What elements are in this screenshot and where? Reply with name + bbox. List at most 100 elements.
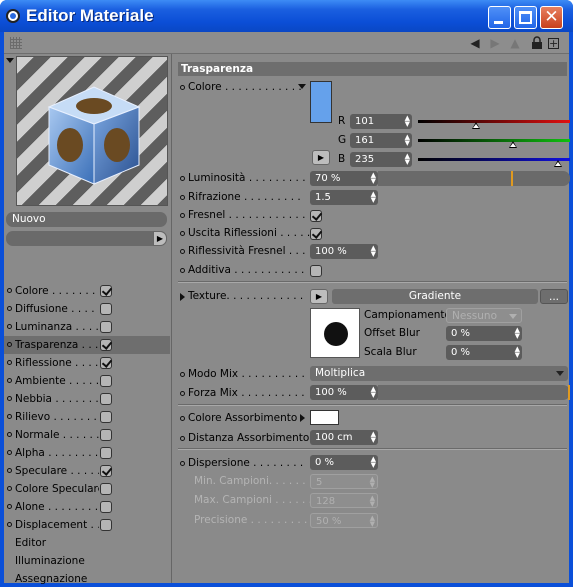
channel-item[interactable]: Ambiente . . . . . . . [4,372,170,390]
additiva-checkbox[interactable] [310,265,322,277]
up-arrow-icon[interactable]: ▲ [508,36,522,50]
material-preview[interactable] [16,56,168,206]
channel-item[interactable]: Alone . . . . . . . . . [4,498,170,516]
animate-dot-icon[interactable] [180,268,185,273]
close-button[interactable]: ✕ [540,6,563,29]
campionamento-select[interactable]: Nessuno [446,308,522,323]
texture-expand-icon[interactable] [180,293,185,301]
maximize-button[interactable] [514,6,537,29]
left-extra-item[interactable]: Editor [15,534,46,552]
title-bar[interactable]: Editor Materiale ✕ [0,0,573,32]
channel-item[interactable]: Alpha . . . . . . . . . [4,444,170,462]
texture-name-button[interactable]: Gradiente [332,289,538,304]
channel-checkbox[interactable] [100,375,112,387]
r-field[interactable]: 101 ▲ ▼ [350,114,412,129]
b-marker-icon[interactable] [554,160,562,167]
texture-browse-button[interactable]: ... [540,289,568,304]
forza-mix-slider[interactable] [378,385,570,400]
min-campioni-field[interactable]: 5 ▲ ▼ [310,474,378,489]
rifrazione-field[interactable]: 1.5 ▲ ▼ [310,190,378,205]
new-panel-icon[interactable]: + [548,38,559,49]
channel-checkbox[interactable] [100,321,112,333]
channel-checkbox[interactable] [100,483,112,495]
back-arrow-icon[interactable]: ◀ [468,36,482,50]
forward-arrow-icon[interactable]: ▶ [488,36,502,50]
offset-blur-field[interactable]: 0 % ▲ ▼ [446,326,522,341]
channel-item[interactable]: Diffusione . . . . . . . [4,300,170,318]
animate-dot-icon[interactable] [180,416,185,421]
forza-mix-field[interactable]: 100 % ▲ ▼ [310,385,378,400]
luminosita-slider[interactable] [378,171,570,186]
scala-blur-field[interactable]: 0 % ▲ ▼ [446,345,522,360]
distanza-assorbimento-field[interactable]: 100 cm ▲ ▼ [310,430,378,445]
colore-expand-button[interactable]: ▶ [312,150,330,165]
channel-checkbox[interactable] [100,357,112,369]
channel-label-wrap: Diffusione . . . . . . . [15,300,99,318]
g-track[interactable] [418,139,570,142]
channel-item[interactable]: Rilievo . . . . . . . . [4,408,170,426]
colore-assorbimento-swatch[interactable] [310,410,339,425]
animate-dot-icon[interactable] [180,213,185,218]
animate-dot-icon[interactable] [180,436,185,441]
material-name-field[interactable]: Nuovo [6,212,167,227]
channel-checkbox[interactable] [100,339,112,351]
channel-label: Trasparenza [15,339,79,351]
colore-swatch[interactable] [310,81,332,123]
precisione-field[interactable]: 50 % ▲ ▼ [310,513,378,528]
riflessivita-field[interactable]: 100 % ▲ ▼ [310,244,378,259]
modo-mix-select[interactable]: Moltiplica [310,366,568,381]
channel-checkbox[interactable] [100,447,112,459]
animate-dot-icon[interactable] [180,391,185,396]
channel-checkbox[interactable] [100,465,112,477]
channel-item[interactable]: Nebbia . . . . . . . . [4,390,170,408]
g-field[interactable]: 161 ▲ ▼ [350,133,412,148]
colore-assorbimento-expand-icon[interactable] [300,414,305,422]
b-track[interactable] [418,158,570,161]
channel-item[interactable]: Luminanza . . . . . . [4,318,170,336]
dispersione-field[interactable]: 0 % ▲ ▼ [310,455,378,470]
g-marker-icon[interactable] [509,141,517,148]
colore-menu-arrow-icon[interactable] [298,84,306,89]
channel-item[interactable]: Trasparenza . . . . [4,336,170,354]
channel-checkbox[interactable] [100,303,112,315]
b-field[interactable]: 235 ▲ ▼ [350,152,412,167]
left-extra-item[interactable]: Assegnazione [15,570,87,588]
channel-checkbox[interactable] [100,285,112,297]
animate-dot-icon[interactable] [180,372,185,377]
animate-dot-icon[interactable] [180,231,185,236]
uscita-checkbox[interactable] [310,228,322,240]
channel-checkbox[interactable] [100,519,112,531]
lock-icon[interactable] [530,36,544,50]
r-marker-icon[interactable] [472,122,480,129]
animate-dot-icon[interactable] [180,461,185,466]
channel-checkbox[interactable] [100,411,112,423]
minimize-button[interactable] [488,6,511,29]
channel-item[interactable]: Colore . . . . . . . . [4,282,170,300]
forza-mix-slider-marker[interactable] [568,385,570,400]
fresnel-checkbox[interactable] [310,210,322,222]
channel-checkbox[interactable] [100,429,112,441]
channel-checkbox[interactable] [100,501,112,513]
animate-dot-icon[interactable] [180,249,185,254]
luminosita-field[interactable]: 70 % ▲ ▼ [310,171,378,186]
grip-icon[interactable] [10,37,22,49]
channel-item[interactable]: Normale . . . . . . . [4,426,170,444]
channel-item[interactable]: Displacement . . . [4,516,170,534]
luminosita-slider-marker[interactable] [511,171,513,186]
channel-checkbox[interactable] [100,393,112,405]
max-campioni-field[interactable]: 128 ▲ ▼ [310,493,378,508]
uscita-row: Uscita Riflessioni . . . . . [180,225,310,242]
left-extra-item[interactable]: Illuminazione [15,552,85,570]
texture-menu-button[interactable]: ▶ [310,289,328,304]
preview-slider[interactable]: ▶ [6,231,167,246]
channel-item[interactable]: Colore Speculare [4,480,170,498]
animate-dot-icon[interactable] [180,176,185,181]
animate-dot-icon[interactable] [180,85,185,90]
channel-item[interactable]: Speculare . . . . . . [4,462,170,480]
preview-menu-icon[interactable] [6,58,14,63]
channel-item[interactable]: Riflessione . . . . . [4,354,170,372]
texture-thumbnail[interactable] [310,308,360,358]
animate-dot-icon[interactable] [180,195,185,200]
r-track[interactable] [418,120,570,123]
slider-arrow-icon[interactable]: ▶ [153,231,167,246]
